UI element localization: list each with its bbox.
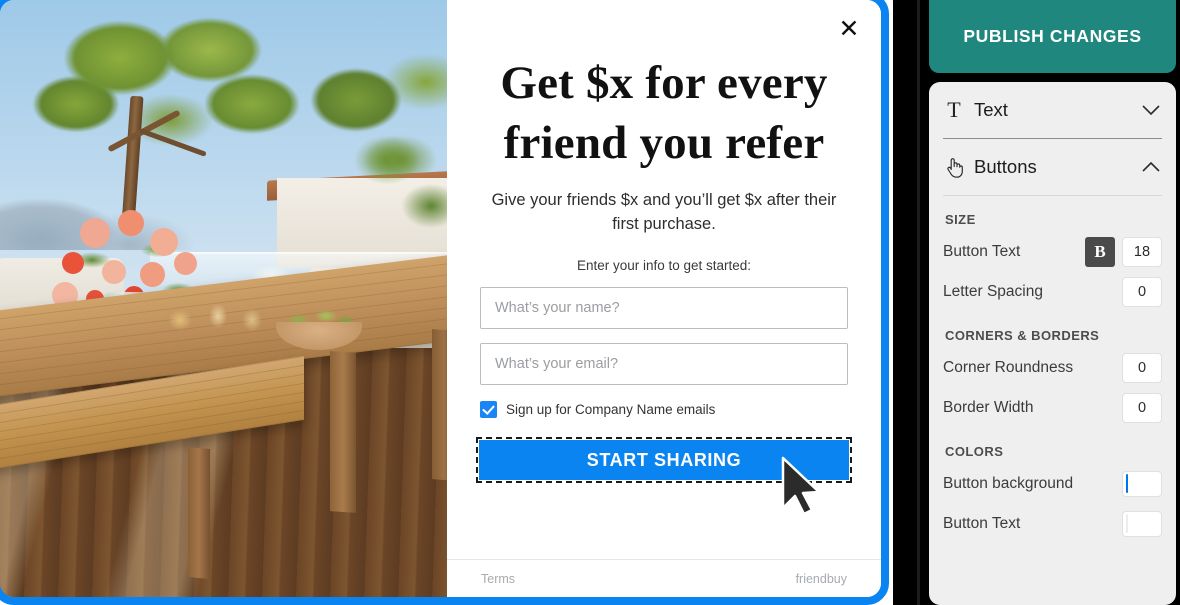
- row-button-background-color: Button background: [943, 464, 1162, 504]
- row-controls: 0: [1122, 277, 1162, 307]
- email-input[interactable]: [480, 343, 848, 386]
- email-optin-row: Sign up for Company Name emails: [480, 401, 848, 419]
- popup-footer: Terms friendbuy: [447, 559, 881, 597]
- section-label-buttons: Buttons: [974, 156, 1037, 177]
- section-header-buttons[interactable]: Buttons: [943, 139, 1162, 196]
- button-text-size-input[interactable]: 18: [1122, 237, 1162, 267]
- name-input[interactable]: [480, 287, 848, 330]
- start-sharing-button[interactable]: START SHARING: [479, 440, 849, 481]
- row-button-text-color: Button Text: [943, 504, 1162, 544]
- letter-spacing-input[interactable]: 0: [1122, 277, 1162, 307]
- group-label-corners-borders: CORNERS & BORDERS: [945, 328, 1100, 343]
- row-label: Button Text: [943, 515, 1021, 532]
- row-controls: B 18: [1085, 237, 1162, 267]
- popup-headline: Get $x for every friend you refer: [500, 57, 828, 169]
- row-label: Button Text: [943, 243, 1021, 260]
- row-label: Border Width: [943, 399, 1034, 416]
- section-header-text[interactable]: T Text: [943, 82, 1162, 139]
- publish-changes-button[interactable]: PUBLISH CHANGES: [929, 0, 1176, 73]
- row-label: Letter Spacing: [943, 283, 1043, 300]
- flower: [102, 260, 126, 284]
- button-text-color-swatch[interactable]: [1122, 511, 1162, 537]
- glassware: [160, 294, 280, 340]
- popup-prompt: Enter your info to get started:: [576, 258, 752, 274]
- row-label: Button background: [943, 475, 1074, 492]
- editor-sidebar: PUBLISH CHANGES T Text Buttons SIZE Butt…: [929, 0, 1176, 605]
- hero-image: [0, 0, 447, 597]
- popup-preview-area: ✕ Get $x for every friend you refer Give…: [0, 0, 893, 605]
- popup-subheadline: Give your friends $x and you’ll get $x a…: [491, 191, 837, 233]
- chevron-down-icon[interactable]: [1140, 104, 1162, 116]
- flower: [118, 210, 144, 236]
- row-controls: [1122, 511, 1162, 537]
- panel-divider: [917, 0, 920, 605]
- row-controls: 0: [1122, 393, 1162, 423]
- serif-t-icon: T: [947, 97, 961, 122]
- row-controls: 0: [1122, 353, 1162, 383]
- bold-toggle-button[interactable]: B: [1085, 237, 1115, 267]
- brand-label[interactable]: friendbuy: [796, 572, 847, 586]
- bench-leg: [188, 447, 210, 579]
- button-background-swatch[interactable]: [1122, 471, 1162, 497]
- email-optin-label: Sign up for Company Name emails: [506, 402, 716, 418]
- flower: [62, 252, 84, 274]
- table-leg: [330, 351, 356, 513]
- row-corner-roundness: Corner Roundness 0: [943, 348, 1162, 388]
- border-width-input[interactable]: 0: [1122, 393, 1162, 423]
- flower: [174, 252, 197, 275]
- flower: [150, 228, 178, 256]
- close-icon[interactable]: ✕: [835, 14, 863, 42]
- settings-panel: T Text Buttons SIZE Button Text B 18 Let…: [929, 82, 1176, 605]
- app-canvas: ✕ Get $x for every friend you refer Give…: [0, 0, 1180, 605]
- chevron-up-icon[interactable]: [1140, 161, 1162, 173]
- section-label-text: Text: [974, 99, 1008, 120]
- row-button-text-size: Button Text B 18: [943, 232, 1162, 272]
- email-optin-checkbox[interactable]: [480, 401, 497, 419]
- terms-link[interactable]: Terms: [481, 572, 515, 586]
- row-label: Corner Roundness: [943, 359, 1074, 376]
- color-chip: [1126, 514, 1128, 533]
- row-letter-spacing: Letter Spacing 0: [943, 272, 1162, 312]
- row-controls: [1122, 471, 1162, 497]
- group-label-colors: COLORS: [945, 444, 1004, 459]
- table-leg: [432, 329, 447, 481]
- shrubs: [337, 120, 447, 260]
- cta-selection-wrapper: START SHARING: [476, 437, 852, 516]
- popup-content: ✕ Get $x for every friend you refer Give…: [447, 0, 881, 597]
- row-border-width: Border Width 0: [943, 388, 1162, 428]
- group-label-size: SIZE: [945, 212, 976, 227]
- color-chip: [1126, 474, 1128, 493]
- corner-roundness-input[interactable]: 0: [1122, 353, 1162, 383]
- referral-popup: ✕ Get $x for every friend you refer Give…: [0, 0, 889, 605]
- flower: [80, 218, 110, 248]
- flower: [140, 262, 165, 287]
- pointing-hand-icon: [943, 157, 965, 178]
